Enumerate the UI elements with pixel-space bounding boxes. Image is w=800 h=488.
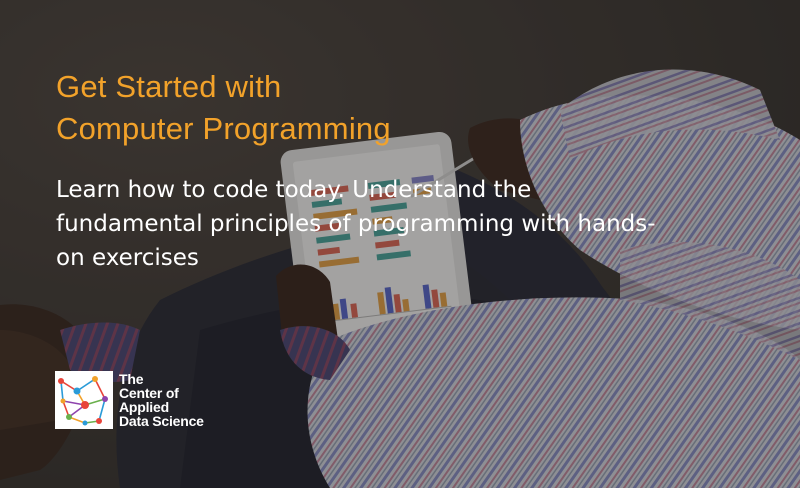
promo-banner: Get Started with Computer Programming Le… <box>0 0 800 488</box>
headline-line-1: Get Started with <box>56 69 282 104</box>
logo-line-1: The <box>119 371 144 387</box>
banner-subtitle: Learn how to code today. Understand the … <box>56 177 656 271</box>
cads-logo: The Center of Applied Data Science <box>55 371 204 429</box>
banner-headline: Get Started with Computer Programming <box>56 66 391 150</box>
network-icon <box>55 371 113 429</box>
headline-line-2: Computer Programming <box>56 111 391 146</box>
logo-line-4: Data Science <box>119 413 204 429</box>
logo-wordmark: The Center of Applied Data Science <box>119 372 204 428</box>
logo-line-3: Applied <box>119 399 169 415</box>
logo-line-2: Center of <box>119 385 179 401</box>
